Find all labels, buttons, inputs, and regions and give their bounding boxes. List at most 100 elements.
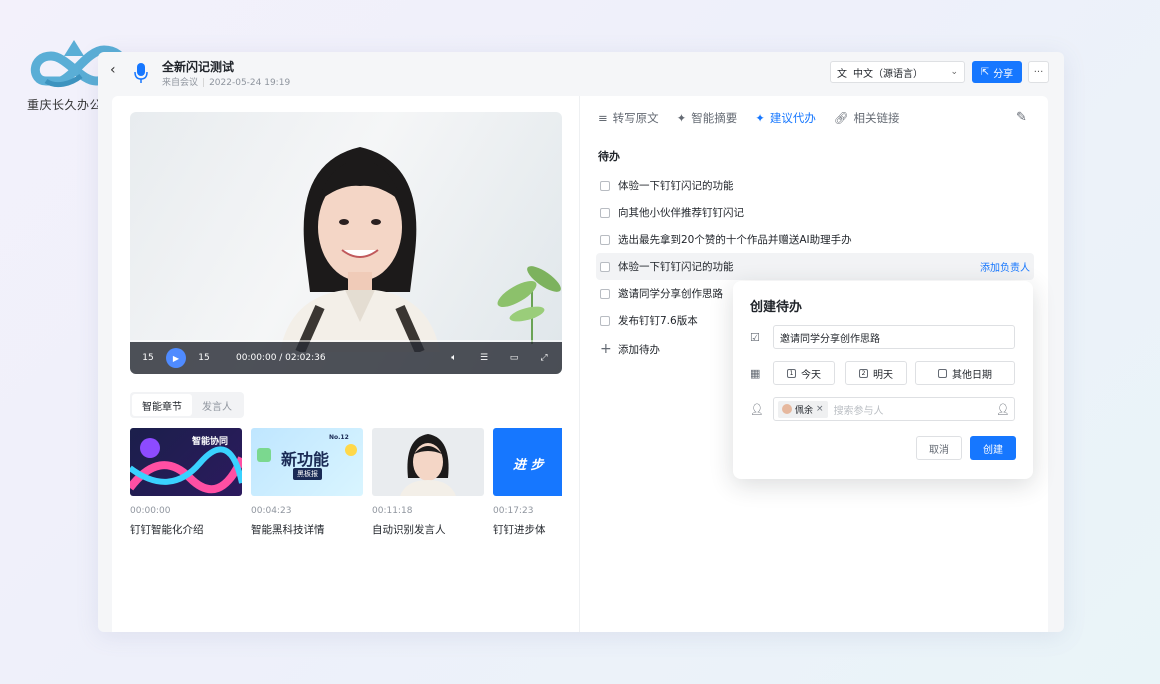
create-button[interactable]: 创建: [970, 436, 1016, 460]
share-icon: ⇱: [980, 66, 990, 78]
todo-text: 选出最先拿到20个赞的十个作品并赠送AI助理手办: [618, 234, 852, 246]
calendar-icon: [938, 368, 947, 378]
add-todo-label: 添加待办: [618, 343, 660, 356]
tab-label: 转写原文: [612, 111, 659, 125]
share-label: 分享: [993, 68, 1014, 80]
todo-checkbox[interactable]: [600, 261, 610, 272]
chapter-item[interactable]: 00:11:18 自动识别发言人: [372, 428, 484, 537]
right-tabs: ≡ 转写原文 ✦ 智能摘要 ✦ 建议代办 🔗︎ 相关链接: [598, 110, 900, 126]
tab-label: 智能摘要: [691, 111, 738, 125]
forward-15-icon[interactable]: 15: [196, 350, 212, 366]
cancel-button[interactable]: 取消: [916, 436, 962, 460]
tab-label: 建议代办: [769, 111, 816, 125]
tab-transcript[interactable]: ≡ 转写原文: [598, 110, 659, 126]
chapter-item[interactable]: 智能协同 00:00:00 钉钉智能化介绍: [130, 428, 242, 537]
chapter-thumbnail: 进 步: [493, 428, 562, 496]
list-icon: ≡: [598, 111, 608, 125]
chapter-item[interactable]: 新功能 黑板报 No.12 00:04:23 智能黑科技详情: [251, 428, 363, 537]
more-button[interactable]: ···: [1028, 61, 1049, 83]
settings-sliders-icon[interactable]: ☰: [476, 350, 492, 366]
today-button[interactable]: 1 今天: [773, 361, 835, 385]
calendar-day-icon: 1: [787, 368, 796, 378]
page-title: 全新闪记测试: [162, 60, 235, 74]
chapter-thumb-text: 智能协同: [192, 437, 229, 447]
add-assignee-link[interactable]: 添加负责人: [980, 259, 1030, 274]
language-select[interactable]: 文 中文（源语言） ⌄: [830, 61, 965, 83]
sparkle-icon: ✦: [755, 111, 765, 125]
speaker-portrait: [280, 147, 440, 352]
panel-divider: [579, 96, 580, 632]
rewind-15-icon[interactable]: 15: [140, 350, 156, 366]
chapter-time: 00:17:23: [493, 506, 534, 516]
participant-search-placeholder: 搜索参与人: [833, 405, 884, 417]
checkbox-icon: ☑: [750, 331, 760, 344]
share-button[interactable]: ⇱ 分享: [972, 61, 1022, 83]
link-icon: 🔗︎: [833, 111, 849, 125]
tab-summary[interactable]: ✦ 智能摘要: [677, 110, 738, 126]
chapter-thumbnail-art: [400, 434, 456, 496]
meeting-source: 来自会议: [162, 78, 199, 88]
chapter-title: 钉钉进步体: [493, 524, 546, 536]
tomorrow-label: 明天: [873, 369, 893, 381]
playback-time: 00:00:00 / 02:02:36: [236, 353, 326, 363]
todo-heading: 待办: [598, 150, 626, 166]
chevron-down-icon: ⌄: [950, 67, 958, 77]
chapter-item[interactable]: 进 步 00:17:23 钉钉进步体: [493, 428, 562, 537]
chapter-time: 00:00:00: [130, 506, 171, 516]
calendar-icon: ▦: [750, 367, 761, 380]
translate-icon: 文: [837, 68, 847, 80]
chapter-list: 智能协同 00:00:00 钉钉智能化介绍 新功能 黑板报 No.12 00:0…: [130, 428, 562, 548]
participant-field[interactable]: 佩余 × 搜索参与人 👤︎: [773, 397, 1015, 421]
chapter-thumb-text: 进 步: [513, 458, 544, 473]
participant-name: 佩余: [795, 405, 814, 416]
todo-text: 体验一下钉钉闪记的功能: [618, 180, 734, 192]
plus-icon: +: [600, 341, 612, 357]
chapter-thumb-badge: No.12: [329, 434, 349, 441]
tab-suggested-todos[interactable]: ✦ 建议代办: [755, 110, 816, 126]
todo-checkbox[interactable]: [600, 207, 610, 218]
todo-checkbox[interactable]: [600, 234, 610, 245]
tab-chapters[interactable]: 智能章节: [132, 394, 192, 416]
edit-icon[interactable]: ✎: [1016, 110, 1027, 125]
chapter-thumb-text: 新功能: [281, 450, 330, 469]
add-person-icon: 👤︎: [750, 403, 764, 416]
chapter-title: 钉钉智能化介绍: [130, 524, 204, 536]
sticker-icon: [257, 448, 271, 462]
other-date-label: 其他日期: [952, 369, 992, 381]
remove-icon[interactable]: ×: [816, 404, 824, 414]
chapter-thumb-sub: 黑板报: [293, 468, 322, 480]
fullscreen-icon[interactable]: ⤢: [536, 350, 552, 366]
popup-title: 创建待办: [750, 300, 803, 315]
chapter-time: 00:11:18: [372, 506, 413, 516]
avatar: [782, 404, 792, 414]
player-controls: 15 ▶ 15 00:00:00 / 02:02:36 🔈︎ ☰ ▭ ⤢: [130, 342, 562, 374]
todo-item[interactable]: 体验一下钉钉闪记的功能: [596, 172, 1034, 199]
meeting-date: 2022-05-24 19:19: [209, 78, 291, 88]
person-icon[interactable]: 👤︎: [996, 403, 1010, 416]
subtitles-icon[interactable]: ▭: [506, 350, 522, 366]
todo-checkbox[interactable]: [600, 180, 610, 191]
video-player[interactable]: 15 ▶ 15 00:00:00 / 02:02:36 🔈︎ ☰ ▭ ⤢: [130, 112, 562, 374]
todo-checkbox[interactable]: [600, 288, 610, 299]
todo-checkbox[interactable]: [600, 315, 610, 326]
play-button[interactable]: ▶: [166, 348, 186, 368]
chapter-thumbnail: 新功能 黑板报 No.12: [251, 428, 363, 496]
calendar-day-icon: 2: [859, 368, 868, 378]
volume-icon[interactable]: 🔈︎: [446, 350, 462, 366]
meeting-meta: 来自会议 | 2022-05-24 19:19: [162, 78, 291, 88]
sticker-icon: [345, 444, 357, 456]
left-tab-switch: 智能章节 发言人: [130, 392, 244, 418]
back-icon[interactable]: ‹: [110, 62, 116, 78]
task-input[interactable]: 邀请同学分享创作思路: [773, 325, 1015, 349]
tab-related-links[interactable]: 🔗︎ 相关链接: [834, 110, 900, 126]
chapter-thumbnail: 智能协同: [130, 428, 242, 496]
tab-speakers[interactable]: 发言人: [192, 394, 242, 416]
todo-item[interactable]: 选出最先拿到20个赞的十个作品并赠送AI助理手办: [596, 226, 1034, 253]
microphone-icon: [134, 63, 148, 83]
other-date-button[interactable]: 其他日期: [915, 361, 1015, 385]
participant-chip: 佩余 ×: [778, 400, 828, 418]
todo-item[interactable]: 体验一下钉钉闪记的功能 添加负责人: [596, 253, 1034, 280]
todo-item[interactable]: 向其他小伙伴推荐钉钉闪记: [596, 199, 1034, 226]
tomorrow-button[interactable]: 2 明天: [845, 361, 907, 385]
top-header: ‹ 全新闪记测试 来自会议 | 2022-05-24 19:19 文 中文（源语言）…: [98, 52, 1064, 94]
